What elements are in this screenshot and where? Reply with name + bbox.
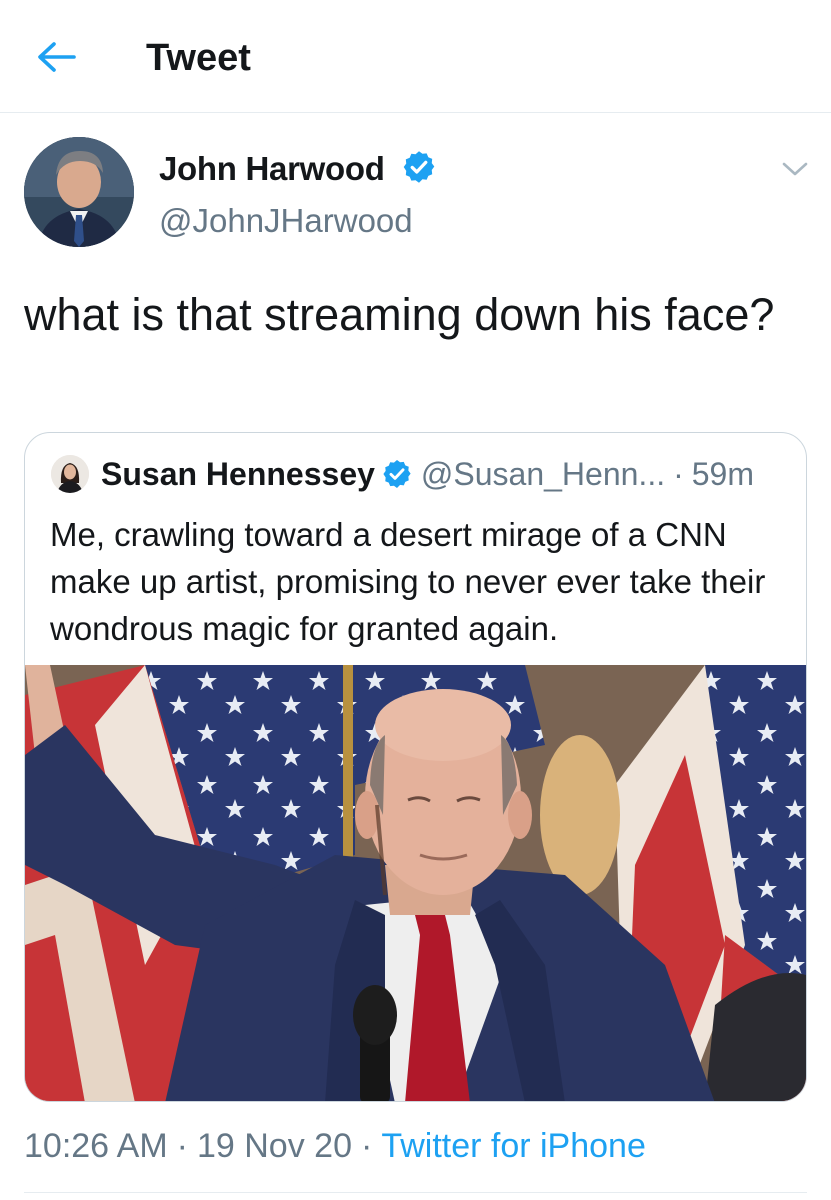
divider	[24, 1192, 807, 1193]
meta-separator: ·	[360, 1126, 373, 1165]
tweet-source-link[interactable]: Twitter for iPhone	[381, 1127, 646, 1166]
meta-separator: ·	[673, 455, 684, 492]
meta-separator: ·	[176, 1126, 188, 1165]
quoted-author-handle: @Susan_Henn...	[420, 455, 666, 492]
quoted-tweet-text: Me, crawling toward a desert mirage of a…	[50, 516, 766, 647]
quoted-author-name: Susan Hennessey	[101, 455, 375, 492]
quoted-author-avatar	[51, 455, 89, 493]
page-title: Tweet	[146, 37, 251, 79]
quoted-tweet-header: Susan Hennessey @Susan_Henn... · 59m	[101, 453, 754, 495]
verified-badge-icon	[383, 460, 411, 488]
top-bar: Tweet	[0, 0, 831, 113]
quoted-tweet-image[interactable]	[25, 665, 806, 1101]
press-conference-photo	[25, 665, 806, 1101]
arrow-left-icon	[38, 42, 76, 72]
author-handle[interactable]: @JohnJHarwood	[159, 202, 413, 240]
verified-badge-icon	[403, 151, 435, 183]
quoted-tweet-card[interactable]: Susan Hennessey @Susan_Henn... · 59m Me,…	[24, 432, 807, 1102]
author-avatar-image	[24, 137, 134, 247]
chevron-down-icon[interactable]	[780, 158, 810, 180]
tweet-time[interactable]: 10:26 AM	[24, 1127, 168, 1166]
back-button[interactable]	[30, 34, 82, 80]
tweet-text: what is that streaming down his face?	[24, 289, 775, 340]
author-avatar[interactable]	[24, 137, 134, 247]
author-name[interactable]: John Harwood	[159, 150, 385, 188]
tweet-date[interactable]: 19 Nov 20	[197, 1127, 352, 1166]
tweet-timestamp-row: 10:26 AM · 19 Nov 20 · Twitter for iPhon…	[24, 1122, 646, 1170]
quoted-tweet-time: 59m	[691, 455, 754, 492]
